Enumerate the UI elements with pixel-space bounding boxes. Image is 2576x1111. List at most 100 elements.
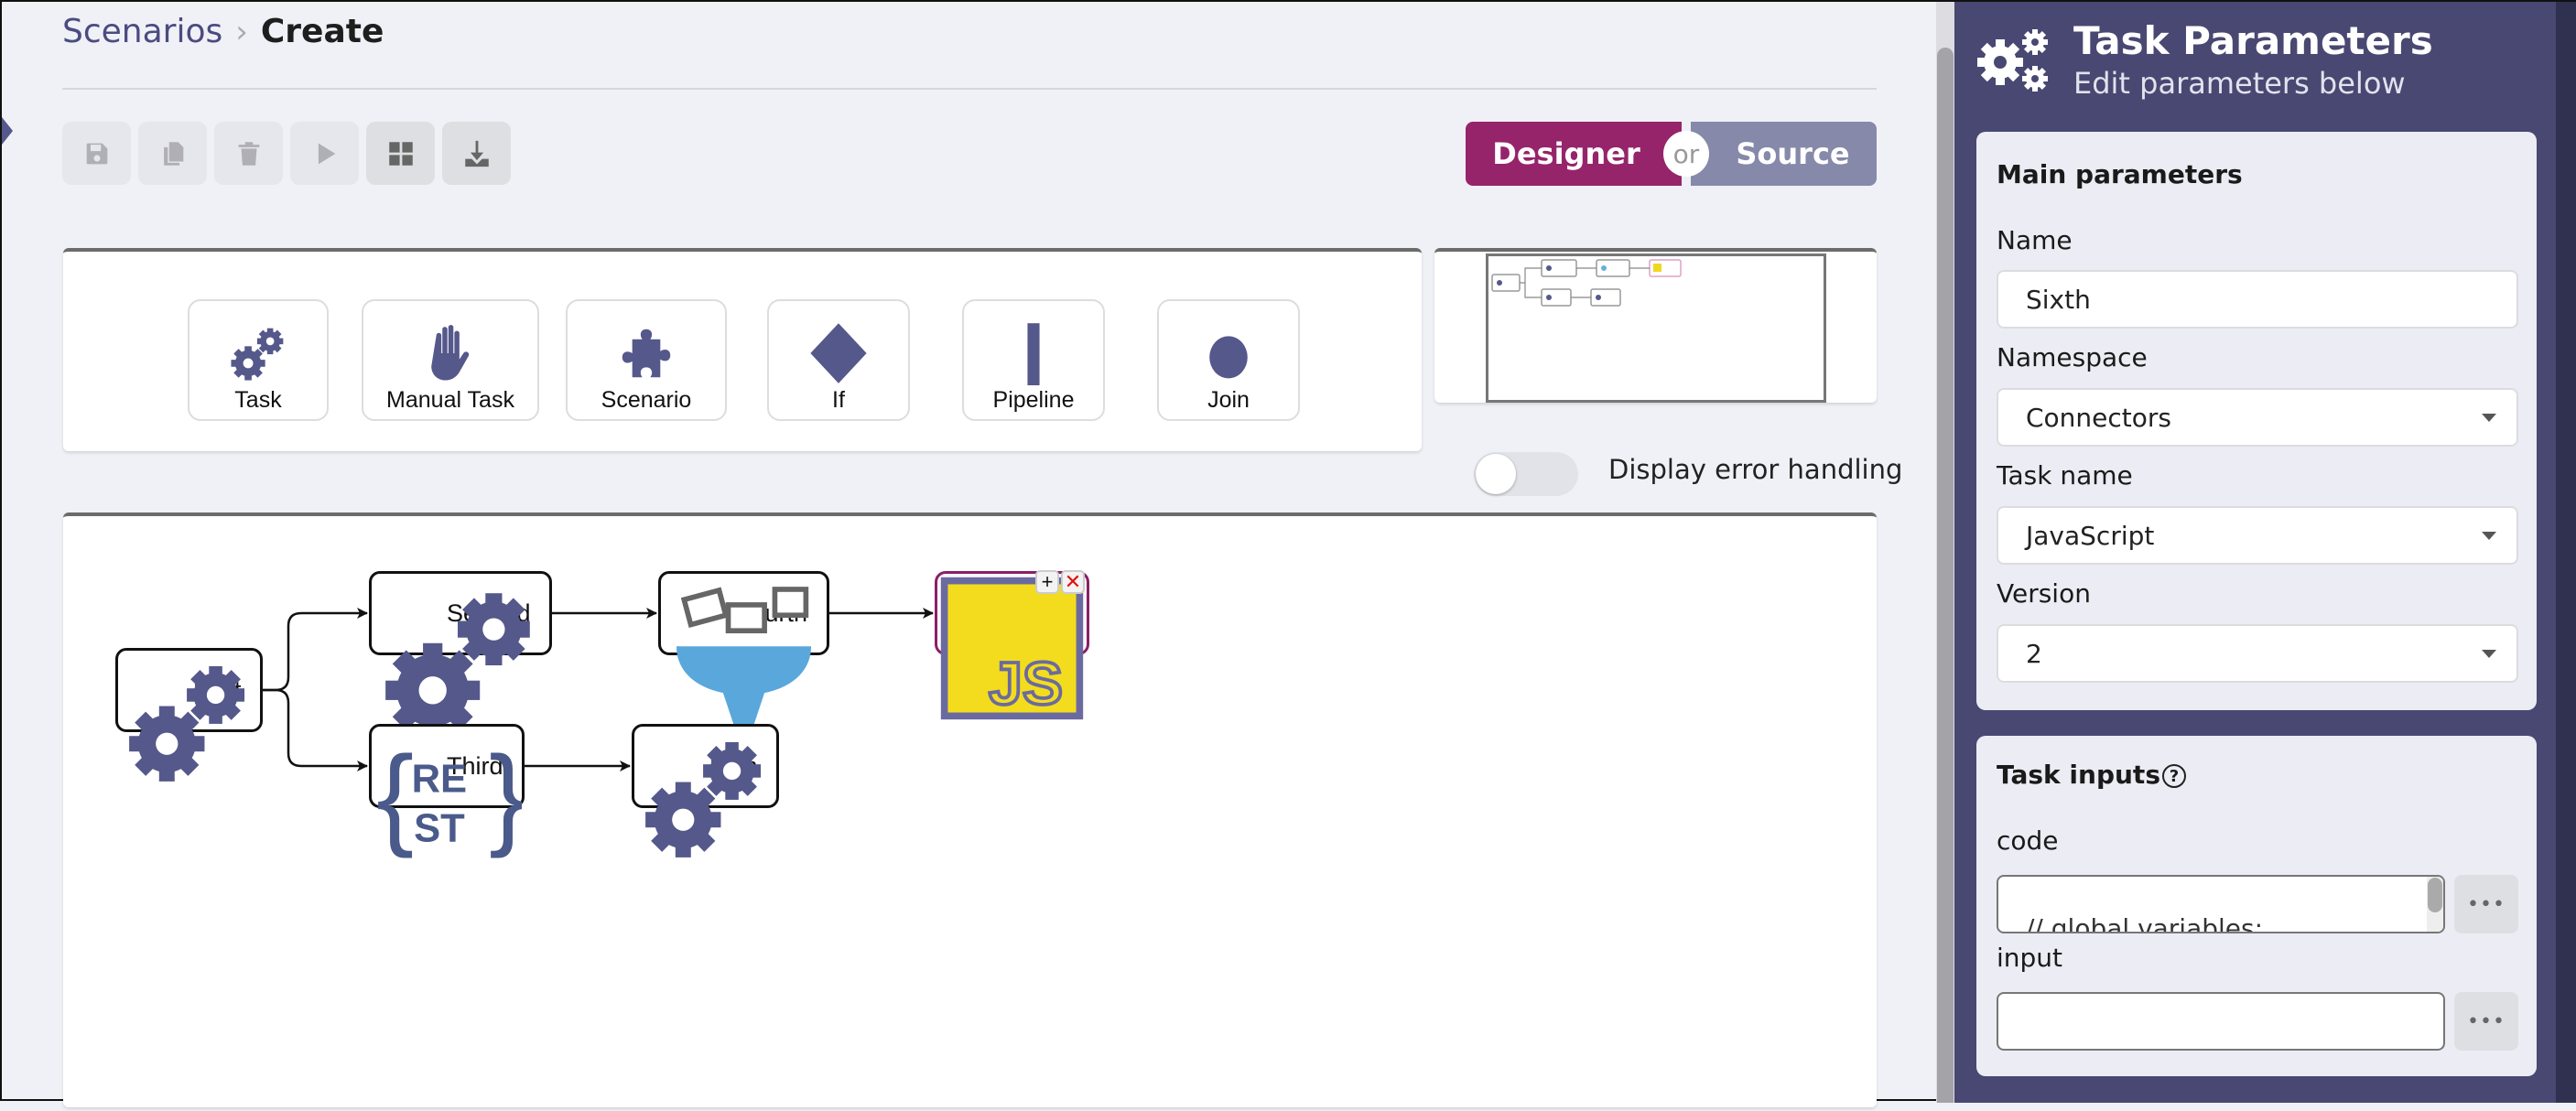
gears-icon — [384, 588, 530, 738]
diagram-node-sixth[interactable]: JSSixth+✕ — [935, 570, 1089, 720]
diagram-node-fifth[interactable]: Fifth — [632, 724, 779, 858]
namespace-label: Namespace — [1997, 342, 2148, 372]
help-icon[interactable]: ? — [2161, 764, 2186, 788]
breadcrumb-scenarios-link[interactable]: Scenarios — [62, 13, 222, 50]
svg-text:}: } — [489, 734, 522, 859]
grid-icon — [388, 141, 413, 166]
diagram-minimap[interactable] — [1434, 248, 1877, 403]
panel-scrollbar[interactable] — [2556, 2, 2576, 1103]
palette-item-scenario[interactable]: Scenario — [566, 299, 727, 421]
name-value: Sixth — [2026, 284, 2091, 315]
page-scrollbar-thumb[interactable] — [1937, 48, 1954, 1103]
rest-icon: {} RE ST — [376, 734, 522, 859]
copy-icon — [163, 141, 183, 166]
download-icon — [464, 140, 489, 167]
name-label: Name — [1997, 225, 2073, 255]
node-remove-button[interactable]: ✕ — [1061, 570, 1085, 594]
svg-text:ST: ST — [414, 807, 465, 851]
code-value: // global variables: — [2026, 913, 2264, 933]
palette-item-label: Task — [234, 387, 282, 413]
toggle-knob — [1476, 454, 1516, 494]
duplicate-button[interactable] — [138, 122, 207, 185]
caret-down-icon — [2482, 532, 2496, 540]
code-label: code — [1997, 825, 2059, 856]
palette-item-label: If — [832, 387, 845, 413]
diamond-icon — [810, 323, 867, 383]
palette-item-label: Pipeline — [992, 387, 1075, 413]
version-select[interactable]: 2 — [1997, 624, 2518, 683]
palette-item-join[interactable]: Join — [1157, 299, 1300, 421]
diagram-node-second[interactable]: Second — [369, 571, 552, 738]
header-divider — [62, 88, 1877, 90]
gears-icon — [1977, 29, 2048, 92]
diagram-node-fourth[interactable]: Fourth — [658, 571, 829, 732]
namespace-value: Connectors — [2026, 402, 2172, 433]
svg-text:JS: JS — [989, 651, 1063, 718]
docker-whale-icon — [674, 587, 812, 732]
error-handling-toggle[interactable] — [1474, 452, 1578, 496]
palette-item-if[interactable]: If — [767, 299, 910, 421]
version-label: Version — [1997, 578, 2091, 609]
sidebar-expand-handle[interactable] — [2, 117, 13, 145]
error-handling-label: Display error handling — [1608, 454, 1903, 485]
palette-item-label: Scenario — [601, 387, 692, 413]
diagram-node-third[interactable]: {}RESTThird — [369, 724, 525, 859]
panel-title: Task Parameters — [2073, 18, 2433, 63]
task-name-value: JavaScript — [2026, 520, 2155, 551]
task-inputs-title: Task inputs — [1997, 760, 2160, 790]
minimap-viewport[interactable] — [1486, 253, 1826, 403]
task-name-label: Task name — [1997, 460, 2133, 491]
palette-item-pipeline[interactable]: Pipeline — [962, 299, 1105, 421]
edge-first-third[interactable] — [263, 688, 368, 771]
namespace-select[interactable]: Connectors — [1997, 388, 2518, 447]
name-input[interactable]: Sixth — [1997, 270, 2518, 329]
chevron-right-icon: › — [235, 13, 248, 50]
diagram-canvas[interactable]: FirstSecond{}RESTThirdFourthFifthJSSixth… — [63, 512, 1877, 1107]
gears-icon — [129, 664, 245, 782]
puzzle-icon — [622, 329, 671, 378]
caret-down-icon — [2482, 650, 2496, 658]
palette-item-task[interactable]: Task — [188, 299, 329, 421]
task-name-select[interactable]: JavaScript — [1997, 506, 2518, 565]
panel-subtitle: Edit parameters below — [2073, 66, 2406, 101]
main-parameters-heading: Main parameters — [1997, 159, 2243, 189]
edge-first-second[interactable] — [263, 608, 368, 692]
palette-item-manual-task[interactable]: Manual Task — [362, 299, 539, 421]
version-value: 2 — [2026, 638, 2042, 669]
designer-button[interactable]: Designer — [1466, 122, 1682, 186]
trash-icon — [238, 141, 259, 166]
input-label: input — [1997, 943, 2063, 973]
task-inputs-card: Task inputs? code // global variables: •… — [1976, 736, 2537, 1076]
svg-text:RE: RE — [412, 758, 468, 802]
diagram-node-first[interactable]: First — [115, 648, 263, 782]
code-more-button[interactable]: ••• — [2454, 875, 2518, 933]
code-input[interactable]: // global variables: — [1997, 875, 2445, 933]
breadcrumb: Scenarios › Create — [62, 13, 384, 50]
node-palette: Task Manual Task Scenario If Pipeline Jo… — [63, 248, 1422, 451]
download-button[interactable] — [442, 122, 511, 185]
svg-text:{: { — [376, 734, 414, 859]
delete-button[interactable] — [214, 122, 283, 185]
save-button[interactable] — [62, 122, 131, 185]
toolbar — [62, 122, 511, 185]
javascript-icon: JS — [940, 577, 1084, 720]
circle-icon — [1209, 336, 1248, 379]
run-button[interactable] — [290, 122, 359, 185]
minimap-preview — [1491, 259, 1682, 307]
play-icon — [318, 143, 335, 164]
input-field[interactable] — [1997, 992, 2445, 1051]
gears-icon — [231, 328, 284, 381]
node-add-button[interactable]: + — [1035, 570, 1059, 594]
code-scrollbar[interactable] — [2427, 877, 2443, 932]
main-parameters-card: Main parameters Name Sixth Namespace Con… — [1976, 132, 2537, 710]
palette-item-label: Join — [1207, 387, 1250, 413]
input-more-button[interactable]: ••• — [2454, 992, 2518, 1051]
gears-icon — [645, 740, 762, 858]
code-scrollbar-thumb[interactable] — [2428, 878, 2442, 912]
hand-icon — [431, 325, 470, 381]
source-button[interactable]: Source — [1691, 122, 1877, 186]
floppy-disk-icon — [86, 143, 107, 164]
palette-item-label: Manual Task — [386, 387, 514, 413]
or-separator: or — [1663, 131, 1709, 177]
layout-button[interactable] — [366, 122, 435, 185]
